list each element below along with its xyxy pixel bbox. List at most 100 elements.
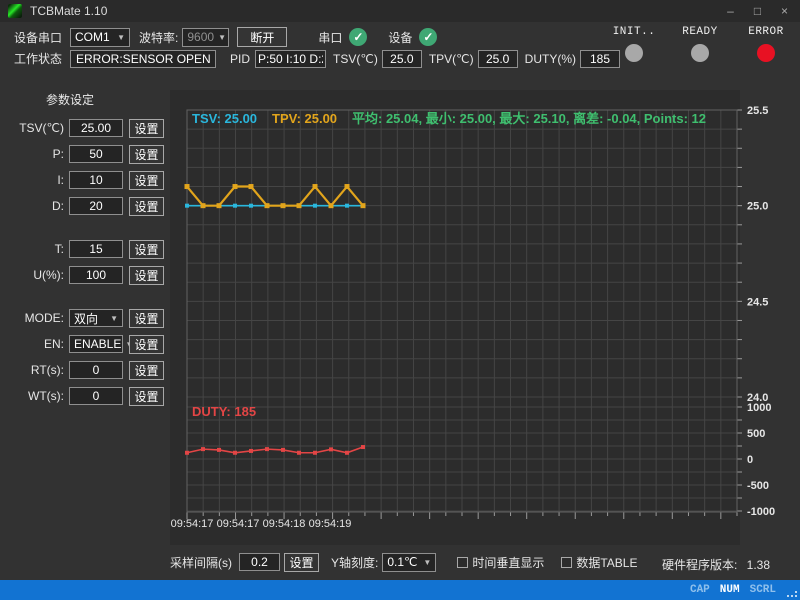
param-row-tsv: TSV(℃)设置 [0,119,170,137]
checkbox-icon [457,557,468,568]
sample-set-button[interactable]: 设置 [284,553,319,572]
param-set-button-mode[interactable]: 设置 [129,309,164,328]
param-input-rt[interactable] [69,361,123,379]
svg-text:-1000: -1000 [747,506,775,518]
data-table-checkbox[interactable]: 数据TABLE [561,554,637,571]
pid-field[interactable] [255,50,326,68]
param-set-button-rt[interactable]: 设置 [129,361,164,380]
param-input-d[interactable] [69,197,123,215]
app-window: TCBMate 1.10 – □ × 设备串口 COM1 ▼ 波特率: 9600… [0,0,800,600]
y-scale-select[interactable]: 0.1℃ ▼ [382,553,436,572]
svg-text:09:54:17: 09:54:17 [171,518,214,530]
param-label-mode: MODE: [10,311,64,325]
tpv-label: TPV(℃) [429,52,474,66]
bottom-bar: 采样间隔(s) 设置 Y轴刻度: 0.1℃ ▼ 时间垂直显示 数据TABLE 硬… [0,550,800,574]
window-title: TCBMate 1.10 [30,4,107,18]
baud-select[interactable]: 9600 ▼ [182,28,229,47]
duty-field[interactable] [580,50,620,68]
titlebar: TCBMate 1.10 – □ × [0,0,800,22]
param-label-en: EN: [10,337,64,351]
param-select-value: ENABLE [74,337,121,351]
param-set-button-i[interactable]: 设置 [129,171,164,190]
param-label-d: D: [10,199,64,213]
data-table-label: 数据TABLE [576,554,637,571]
param-input-p[interactable] [69,145,123,163]
param-set-button-en[interactable]: 设置 [129,335,164,354]
overlay-duty: DUTY: 185 [192,404,256,419]
svg-text:24.5: 24.5 [747,296,768,308]
param-input-u[interactable] [69,266,123,284]
sample-interval-label: 采样间隔(s) [170,554,232,571]
statusbar-num: NUM [720,584,740,596]
minimize-button-icon[interactable]: – [717,0,744,22]
checkbox-icon [561,557,572,568]
statusbar: CAP NUM SCRL [0,580,800,600]
svg-text:0: 0 [747,454,753,466]
svg-text:1000: 1000 [747,402,771,414]
param-row-u: U(%): 设置 [0,266,170,284]
indicator-label: ERROR [748,26,784,38]
port-label: 设备串口 [14,29,62,46]
param-input-tsv[interactable] [69,119,123,137]
port-select-value: COM1 [75,30,110,44]
statusbar-scrl: SCRL [750,584,776,596]
param-select-mode[interactable]: 双向▼ [69,309,123,327]
disconnect-button[interactable]: 断开 [237,27,287,47]
svg-text:09:54:19: 09:54:19 [309,518,352,530]
param-set-button-u[interactable]: 设置 [129,266,164,285]
sidebar-title: 参数设定 [0,91,170,108]
chevron-down-icon: ▼ [423,558,431,567]
firmware-version: 硬件程序版本: 1.38 [662,556,770,573]
toolbar-row-status: 工作状态 PID TSV(℃) TPV(℃) DUTY(%) [0,49,620,68]
param-input-i[interactable] [69,171,123,189]
overlay-tsv: TSV: 25.00 [192,111,257,126]
trend-chart: 25.525.024.524.010005000-500-100009:54:1… [170,90,785,545]
param-row-en: EN: ENABLE▼ 设置 [0,335,170,353]
param-input-wt[interactable] [69,387,123,405]
param-label-i: I: [10,173,64,187]
param-set-button-wt[interactable]: 设置 [129,387,164,406]
param-label-p: P: [10,147,64,161]
param-set-button-d[interactable]: 设置 [129,197,164,216]
device-status-label: 设备 [388,29,412,46]
sample-interval-field[interactable] [239,553,280,571]
param-input-t[interactable] [69,240,123,258]
pid-label: PID [230,52,250,66]
param-label-wt: WT(s): [10,389,64,403]
param-set-button-p[interactable]: 设置 [129,145,164,164]
port-select[interactable]: COM1 ▼ [70,28,130,47]
y-scale-label: Y轴刻度: [331,554,378,571]
param-set-button-t[interactable]: 设置 [129,240,164,259]
param-row-wt: WT(s): 设置 [0,387,170,405]
tsv-field[interactable] [382,50,422,68]
baud-select-value: 9600 [187,30,214,44]
overlay-stats: 平均: 25.04, 最小: 25.00, 最大: 25.10, 离差: -0.… [352,111,706,126]
svg-text:25.5: 25.5 [747,105,768,117]
time-vertical-checkbox[interactable]: 时间垂直显示 [457,554,544,571]
device-ok-check-icon: ✓ [419,28,437,46]
statusbar-cap: CAP [690,584,710,596]
y-scale-select-value: 0.1℃ [387,555,417,569]
indicator-group: INIT..READYERROR [612,26,788,62]
firmware-version-value: 1.38 [747,558,770,572]
svg-text:09:54:18: 09:54:18 [263,518,306,530]
param-label-u: U(%): [10,268,64,282]
toolbar-row-connection: 设备串口 COM1 ▼ 波特率: 9600 ▼ 断开 串口 ✓ 设备 ✓ [0,27,437,47]
overlay-tpv: TPV: 25.00 [272,111,337,126]
close-button-icon[interactable]: × [771,0,798,22]
status-light-icon [757,44,775,62]
parameter-sidebar: 参数设定 TSV(℃)设置P:设置I:设置D:设置T:设置U(%):设置MODE… [0,85,170,413]
tpv-field[interactable] [478,50,518,68]
param-set-button-tsv[interactable]: 设置 [129,119,164,138]
serial-ok-check-icon: ✓ [349,28,367,46]
indicator-label: READY [682,26,718,38]
param-select-en[interactable]: ENABLE▼ [69,335,123,353]
duty-label: DUTY(%) [525,52,576,66]
param-row-rt: RT(s):设置 [0,361,170,379]
resize-grip-icon[interactable] [787,587,797,597]
work-status-field[interactable] [70,50,216,68]
firmware-version-label: 硬件程序版本: [662,558,737,572]
maximize-button-icon[interactable]: □ [744,0,771,22]
series-tpv [187,187,363,206]
indicator-ready: READY [678,26,722,62]
